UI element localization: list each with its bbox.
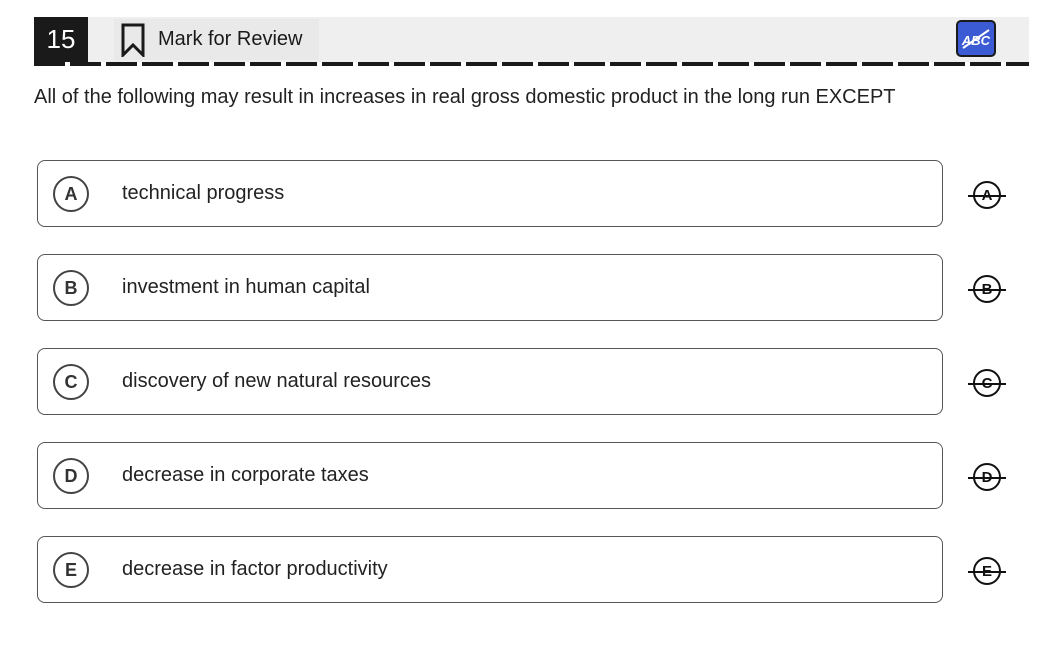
eliminate-option-b-button[interactable]: B	[968, 274, 1006, 304]
eliminate-option-d-button[interactable]: D	[968, 462, 1006, 492]
bookmark-icon	[121, 23, 145, 57]
answer-option-e[interactable]: E decrease in factor productivity	[37, 536, 943, 603]
eliminate-option-a-button[interactable]: A	[968, 180, 1006, 210]
eliminate-option-e-button[interactable]: E	[968, 556, 1006, 586]
option-text-b: investment in human capital	[122, 276, 370, 298]
strikethrough-icon	[968, 477, 1006, 479]
mark-for-review-label: Mark for Review	[158, 28, 303, 50]
option-letter-d: D	[53, 458, 89, 494]
option-letter-b: B	[53, 270, 89, 306]
answer-option-a[interactable]: A technical progress	[37, 160, 943, 227]
strikethrough-abc-icon: ABC	[961, 28, 991, 49]
mark-for-review-button[interactable]: Mark for Review	[114, 19, 319, 60]
option-letter-e: E	[53, 552, 89, 588]
option-letter-a: A	[53, 176, 89, 212]
option-letter-c: C	[53, 364, 89, 400]
option-text-d: decrease in corporate taxes	[122, 464, 369, 486]
option-text-e: decrease in factor productivity	[122, 558, 388, 580]
eliminate-option-c-button[interactable]: C	[968, 368, 1006, 398]
question-header: 15 Mark for Review ABC	[34, 17, 1029, 62]
strikethrough-icon	[968, 383, 1006, 385]
question-progress-divider	[34, 62, 1029, 66]
answer-option-d[interactable]: D decrease in corporate taxes	[37, 442, 943, 509]
strikethrough-icon	[968, 289, 1006, 291]
strikethrough-icon	[968, 195, 1006, 197]
question-text: All of the following may result in incre…	[34, 86, 896, 108]
question-number: 15	[34, 17, 88, 62]
strikethrough-icon	[968, 571, 1006, 573]
abc-eliminator-toggle[interactable]: ABC	[956, 20, 996, 57]
answer-option-c[interactable]: C discovery of new natural resources	[37, 348, 943, 415]
answer-option-b[interactable]: B investment in human capital	[37, 254, 943, 321]
option-text-c: discovery of new natural resources	[122, 370, 432, 392]
option-text-a: technical progress	[122, 182, 285, 204]
